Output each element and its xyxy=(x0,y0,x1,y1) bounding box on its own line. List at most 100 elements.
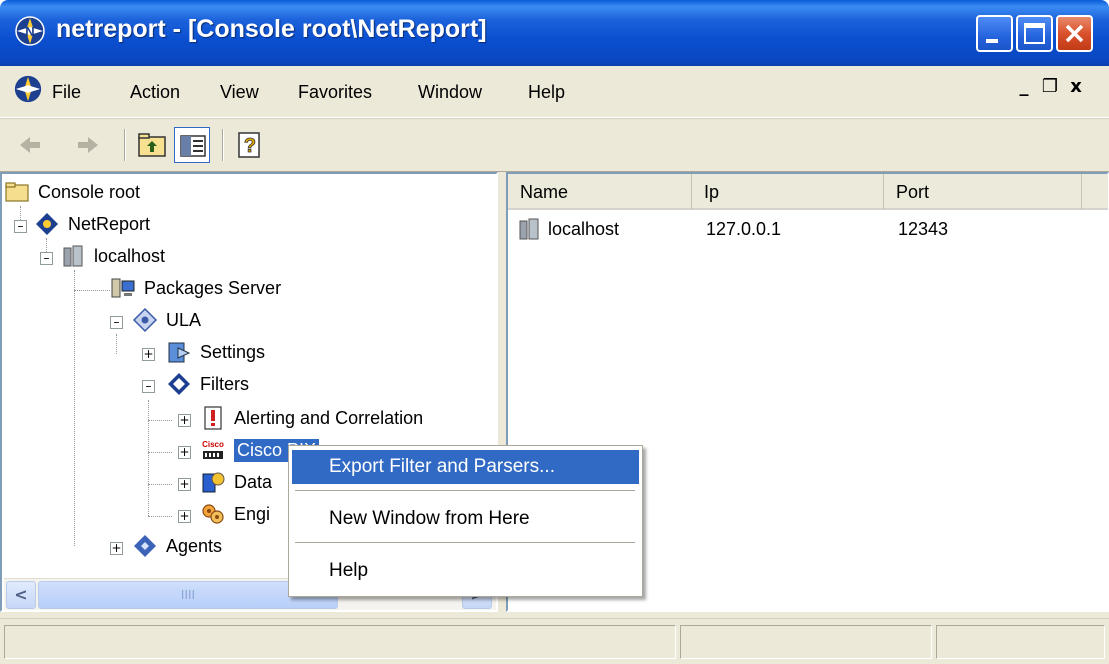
back-arrow-icon xyxy=(20,137,40,153)
status-bar xyxy=(0,618,1109,664)
menu-item-new-window-from-here[interactable]: New Window from Here xyxy=(292,502,639,536)
app-icon: N xyxy=(15,16,45,46)
help-icon: ? xyxy=(238,132,260,158)
menu-window[interactable]: Window xyxy=(418,82,482,103)
svg-text:Cisco: Cisco xyxy=(202,440,224,449)
help-button[interactable]: ? xyxy=(232,127,268,163)
expand-toggle[interactable]: + xyxy=(178,446,191,459)
tree-item-engine[interactable]: Engi xyxy=(200,498,270,530)
collapse-toggle[interactable]: – xyxy=(142,380,155,393)
alert-icon xyxy=(204,406,222,430)
tree-item-packages-server[interactable]: Packages Server xyxy=(110,272,281,304)
collapse-toggle[interactable]: – xyxy=(110,316,123,329)
close-icon xyxy=(1065,24,1084,43)
menu-favorites[interactable]: Favorites xyxy=(298,82,372,103)
tree-item-label: Data xyxy=(234,471,273,492)
expand-toggle[interactable]: + xyxy=(110,542,123,555)
cell-name: localhost xyxy=(548,218,620,239)
column-header-name[interactable]: Name xyxy=(508,174,692,210)
back-button[interactable] xyxy=(12,127,48,163)
tree-item-filters[interactable]: Filters xyxy=(166,368,249,400)
tree-item-console-root[interactable]: Console root xyxy=(4,176,140,208)
maximize-icon xyxy=(1024,23,1045,44)
tree-item-label: Filters xyxy=(200,373,249,394)
title-bar[interactable]: N netreport - [Console root\NetReport] xyxy=(0,0,1109,66)
up-folder-icon xyxy=(138,133,166,157)
toolbar: ? xyxy=(0,118,1109,172)
tree-item-settings[interactable]: Settings xyxy=(166,336,265,368)
tree-item-label: Agents xyxy=(166,535,223,556)
forward-arrow-icon xyxy=(78,137,98,153)
window-title: netreport - [Console root\NetReport] xyxy=(56,15,487,43)
tree-item-label: Alerting and Correlation xyxy=(234,407,424,428)
tree-item-agents[interactable]: Agents xyxy=(132,530,222,562)
column-header-ip[interactable]: Ip xyxy=(692,174,884,210)
svg-text:N: N xyxy=(25,24,34,39)
tree-item-netreport[interactable]: NetReport xyxy=(34,208,150,240)
engine-icon xyxy=(202,504,224,524)
show-hide-tree-icon xyxy=(180,135,206,157)
forward-button[interactable] xyxy=(70,127,106,163)
expand-toggle[interactable]: + xyxy=(178,510,191,523)
tree-item-alerting-correlation[interactable]: Alerting and Correlation xyxy=(200,402,423,434)
up-one-level-button[interactable] xyxy=(134,127,170,163)
menu-separator xyxy=(295,490,635,492)
netreport-icon xyxy=(36,213,58,235)
list-item[interactable]: localhost 127.0.0.1 12343 xyxy=(516,214,1106,244)
menu-item-help[interactable]: Help xyxy=(292,554,639,588)
collapse-toggle[interactable]: – xyxy=(40,252,53,265)
tree-item-label: Engi xyxy=(234,503,271,524)
close-button[interactable] xyxy=(1056,15,1093,52)
expand-toggle[interactable]: + xyxy=(178,414,191,427)
tree-item-label: Packages Server xyxy=(144,277,282,298)
agents-icon xyxy=(134,535,156,557)
collapse-toggle[interactable]: – xyxy=(14,220,27,233)
svg-text:?: ? xyxy=(244,135,256,157)
menu-item-export-filter-parsers[interactable]: Export Filter and Parsers... xyxy=(292,450,639,484)
tree-item-label: Console root xyxy=(38,181,141,202)
menu-help[interactable]: Help xyxy=(528,82,565,103)
status-panel xyxy=(4,625,676,659)
cell-ip: 127.0.0.1 xyxy=(706,218,782,239)
app-menu-icon[interactable] xyxy=(13,74,43,104)
expand-toggle[interactable]: + xyxy=(178,478,191,491)
child-minimize-button[interactable]: _ xyxy=(1012,76,1036,100)
menu-action[interactable]: Action xyxy=(130,82,180,103)
list-header: Name Ip Port xyxy=(508,174,1108,210)
menu-bar: File Action View Favorites Window Help _… xyxy=(0,66,1109,118)
settings-icon xyxy=(168,342,191,363)
toolbar-separator xyxy=(222,129,224,161)
status-panel xyxy=(936,625,1105,659)
child-close-button[interactable]: x xyxy=(1064,76,1088,100)
tree-item-localhost[interactable]: localhost xyxy=(60,240,165,272)
expand-toggle[interactable]: + xyxy=(142,348,155,361)
status-panel xyxy=(680,625,932,659)
toolbar-separator xyxy=(124,129,126,161)
minimize-icon xyxy=(986,39,998,43)
database-icon xyxy=(202,472,225,493)
tree-item-label: ULA xyxy=(166,309,202,330)
ula-icon xyxy=(132,307,158,333)
folder-icon xyxy=(5,182,29,202)
context-menu: Export Filter and Parsers... New Window … xyxy=(288,445,643,597)
maximize-button[interactable] xyxy=(1016,15,1053,52)
column-header-port[interactable]: Port xyxy=(884,174,1082,210)
menu-separator xyxy=(295,542,635,544)
computer-icon xyxy=(111,278,135,298)
tree-item-data[interactable]: Data xyxy=(200,466,272,498)
child-restore-button[interactable]: ❐ xyxy=(1038,76,1062,100)
server-icon xyxy=(519,218,539,240)
menu-view[interactable]: View xyxy=(220,82,259,103)
menu-file[interactable]: File xyxy=(52,82,81,103)
tree-item-label: Settings xyxy=(200,341,266,362)
cisco-icon: Cisco xyxy=(202,440,224,459)
server-icon xyxy=(63,245,83,267)
cell-port: 12343 xyxy=(898,218,949,239)
filters-icon xyxy=(168,373,190,395)
tree-item-ula[interactable]: ULA xyxy=(132,304,201,336)
minimize-button[interactable] xyxy=(976,15,1013,52)
show-hide-tree-button[interactable] xyxy=(174,127,210,163)
tree-item-label: NetReport xyxy=(68,213,151,234)
tree-item-label: localhost xyxy=(94,245,166,266)
scroll-left-button[interactable]: < xyxy=(6,581,36,609)
